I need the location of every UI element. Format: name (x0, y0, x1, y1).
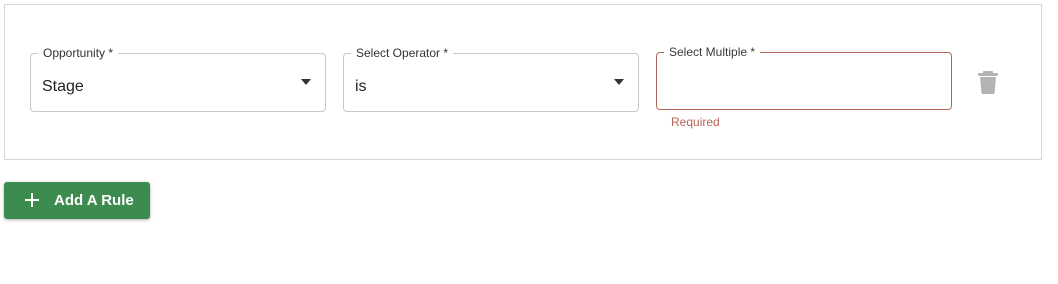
opportunity-label: Opportunity * (38, 46, 119, 60)
select-multiple-input[interactable]: Select Multiple * (656, 45, 952, 110)
add-rule-label: Add A Rule (54, 192, 134, 209)
rule-card: Opportunity * Stage Select Operator * is… (4, 4, 1042, 160)
operator-value: is (355, 78, 367, 95)
operator-label: Select Operator * (351, 46, 454, 60)
offscreen-content-edge (0, 274, 240, 284)
opportunity-select[interactable]: Opportunity * Stage (30, 46, 326, 112)
delete-rule-button[interactable] (977, 69, 999, 95)
trash-icon (978, 71, 998, 94)
select-multiple-label: Select Multiple * (664, 45, 761, 59)
plus-icon (25, 193, 39, 207)
required-error-text: Required (671, 115, 720, 129)
dropdown-arrow-icon (614, 79, 624, 85)
add-rule-button[interactable]: Add A Rule (4, 182, 150, 219)
operator-select[interactable]: Select Operator * is (343, 46, 639, 112)
dropdown-arrow-icon (301, 79, 311, 85)
opportunity-value: Stage (42, 78, 84, 95)
